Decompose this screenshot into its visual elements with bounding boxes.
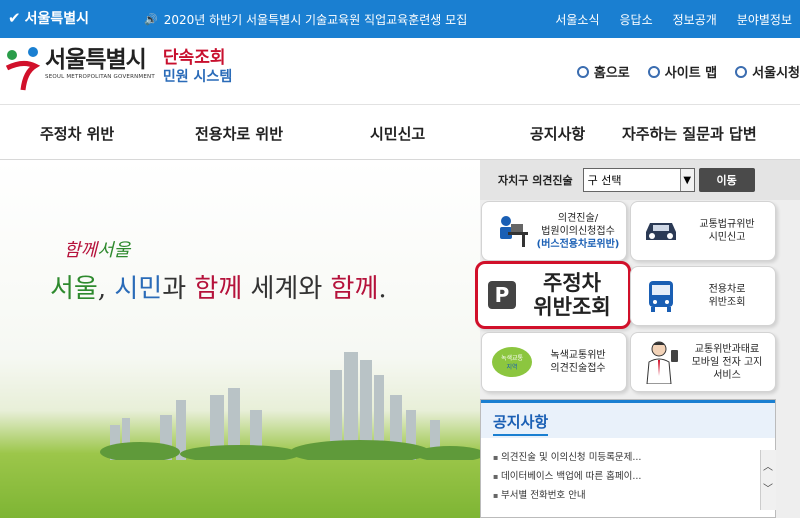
slogan: 서울, 시민과 함께 세계와 함께. (50, 268, 387, 305)
svg-text:녹색교통: 녹색교통 (501, 354, 524, 362)
home-icon (576, 65, 589, 78)
slogan-small: 함께서울 (64, 236, 130, 262)
seoul-top-logo-text: 서울특별시 (24, 11, 89, 27)
opinion-line1: 의견진술/ (557, 212, 599, 224)
bus-icon (639, 274, 683, 318)
bus-line1: 전용차로 (708, 284, 746, 295)
nav-notice[interactable]: 공지사항 (530, 123, 585, 144)
header: 서울특별시 SEOUL METROPOLITAN GOVERNMENT 단속조회… (0, 38, 800, 104)
slogan-small-2: 서울 (97, 240, 131, 261)
opinion-line3: (버스전용차로위반) (536, 238, 620, 250)
home-link-label: 홈으로 (593, 66, 630, 81)
slogan-part-4: 과 (162, 274, 195, 304)
home-link[interactable]: 홈으로 (576, 62, 630, 81)
district-select[interactable]: 구 선택 ▼ (582, 168, 695, 192)
sitemap-icon (647, 65, 660, 78)
logo-sub-line2: 민원 시스템 (162, 69, 233, 85)
top-bar: ✔ 서울특별시 🔊 2020년 하반기 서울특별시 기술교육원 직업교육훈련생 … (0, 0, 800, 38)
card-parking-lookup[interactable]: P 주정차 위반조회 (475, 261, 631, 329)
district-select-value: 구 선택 (587, 174, 622, 187)
chevron-down-icon[interactable]: ﹀ (763, 480, 773, 495)
report-line1: 교통법규위반 (699, 219, 755, 230)
link-eungdapso[interactable]: 응답소 (620, 11, 653, 28)
top-links: 서울소식 응답소 정보공개 분야별정보 (555, 11, 792, 28)
notice-item[interactable]: 데이터베이스 백업에 따른 홈페이... (493, 467, 775, 486)
sitemap-link[interactable]: 사이트 맵 (647, 62, 718, 81)
cityhall-link-label: 서울시청 (752, 66, 800, 81)
site-logo[interactable]: 서울특별시 SEOUL METROPOLITAN GOVERNMENT 단속조회… (5, 46, 232, 92)
nav-citizen-report[interactable]: 시민신고 (370, 123, 425, 144)
link-field-info[interactable]: 분야별정보 (737, 11, 792, 28)
district-select-label: 자치구 의견진술 (498, 174, 573, 187)
logo-name: 서울특별시 (45, 47, 147, 73)
chevron-down-icon: ▼ (679, 169, 694, 191)
chevron-up-icon[interactable]: ︿ (763, 458, 773, 473)
seoul-symbol-icon: ✔ (8, 9, 21, 27)
notice-box: 공지사항 의견진술 및 이의신청 미등록문제... 데이터베이스 백업에 따른 … (480, 399, 776, 518)
city-skyline-illustration (100, 352, 480, 460)
opinion-line2: 법원이의신청접수 (541, 225, 615, 237)
slogan-part-5: 함께 (194, 274, 243, 304)
notice-title[interactable]: 공지사항 (493, 413, 549, 436)
speaker-icon: 🔊 (144, 13, 158, 26)
link-seoul-news[interactable]: 서울소식 (555, 11, 599, 28)
slogan-part-2: , (97, 274, 115, 304)
car-icon (639, 209, 683, 253)
parking-icon: P (488, 281, 516, 309)
district-select-row: 자치구 의견진술 구 선택 ▼ 이동 (480, 160, 800, 200)
logo-sub-line1: 단속조회 (162, 48, 226, 68)
card-opinion-submission[interactable]: 의견진술/ 법원이의신청접수 (버스전용차로위반) (481, 201, 627, 261)
top-notice-text: 2020년 하반기 서울특별시 기술교육원 직업교육훈련생 모집 (163, 13, 468, 27)
main-nav: 주정차 위반 전용차로 위반 시민신고 공지사항 자주하는 질문과 답변 (0, 104, 800, 160)
slogan-part-7: 함께 (330, 274, 379, 304)
sitemap-link-label: 사이트 맵 (664, 66, 718, 81)
seoul-top-logo[interactable]: ✔ 서울특별시 (8, 8, 89, 28)
parking-line1: 주정차 (543, 271, 601, 295)
cityhall-link[interactable]: 서울시청 (735, 62, 800, 81)
notice-item[interactable]: 부서별 전화번호 안내 (493, 486, 775, 505)
nav-parking-violation[interactable]: 주정차 위반 (40, 123, 114, 144)
top-notice[interactable]: 🔊 2020년 하반기 서울특별시 기술교육원 직업교육훈련생 모집 (144, 11, 467, 28)
slogan-small-1: 함께 (64, 240, 98, 261)
logo-eng: SEOUL METROPOLITAN GOVERNMENT (45, 74, 155, 80)
notice-list: 의견진술 및 이의신청 미등록문제... 데이터베이스 백업에 따른 홈페이..… (481, 438, 775, 505)
mobile-line1: 교통위반과태료 (694, 343, 760, 355)
slogan-part-8: . (378, 274, 387, 304)
mobile-line3: 서비스 (713, 369, 741, 381)
notice-item[interactable]: 의견진술 및 이의신청 미등록문제... (493, 448, 775, 467)
seoul-logo-icon (5, 47, 41, 91)
card-green-traffic[interactable]: 녹색교통 지역 녹색교통위반 의견진술접수 (481, 332, 627, 392)
green-zone-badge: 녹색교통 지역 (490, 340, 534, 384)
card-mobile-notice[interactable]: 교통위반과태료 모바일 전자 고지 서비스 (630, 332, 776, 392)
bus-line2: 위반조회 (708, 297, 746, 308)
desk-person-icon (490, 209, 534, 253)
link-info-public[interactable]: 정보공개 (673, 11, 717, 28)
businessman-phone-icon (639, 340, 683, 384)
mobile-line2: 모바일 전자 고지 (691, 356, 763, 368)
green-line1: 녹색교통위반 (550, 350, 606, 361)
card-bus-lane-lookup[interactable]: 전용차로 위반조회 (630, 266, 776, 326)
nav-bus-lane-violation[interactable]: 전용차로 위반 (195, 123, 283, 144)
svg-text:지역: 지역 (506, 363, 517, 371)
util-links: 홈으로 사이트 맵 서울시청 (576, 62, 800, 81)
parking-line2: 위반조회 (533, 295, 611, 319)
go-button[interactable]: 이동 (698, 168, 755, 192)
green-line2: 의견진술접수 (550, 363, 606, 374)
nav-faq[interactable]: 자주하는 질문과 답변 (622, 123, 757, 144)
report-line2: 시민신고 (708, 232, 746, 243)
notice-scroller[interactable]: ︿ ﹀ (760, 450, 776, 510)
slogan-part-3: 시민 (114, 274, 163, 304)
slogan-part-1: 서울 (50, 274, 98, 304)
slogan-part-6: 세계와 (242, 274, 331, 304)
cityhall-icon (735, 65, 748, 78)
card-traffic-report[interactable]: 교통법규위반 시민신고 (630, 201, 776, 261)
